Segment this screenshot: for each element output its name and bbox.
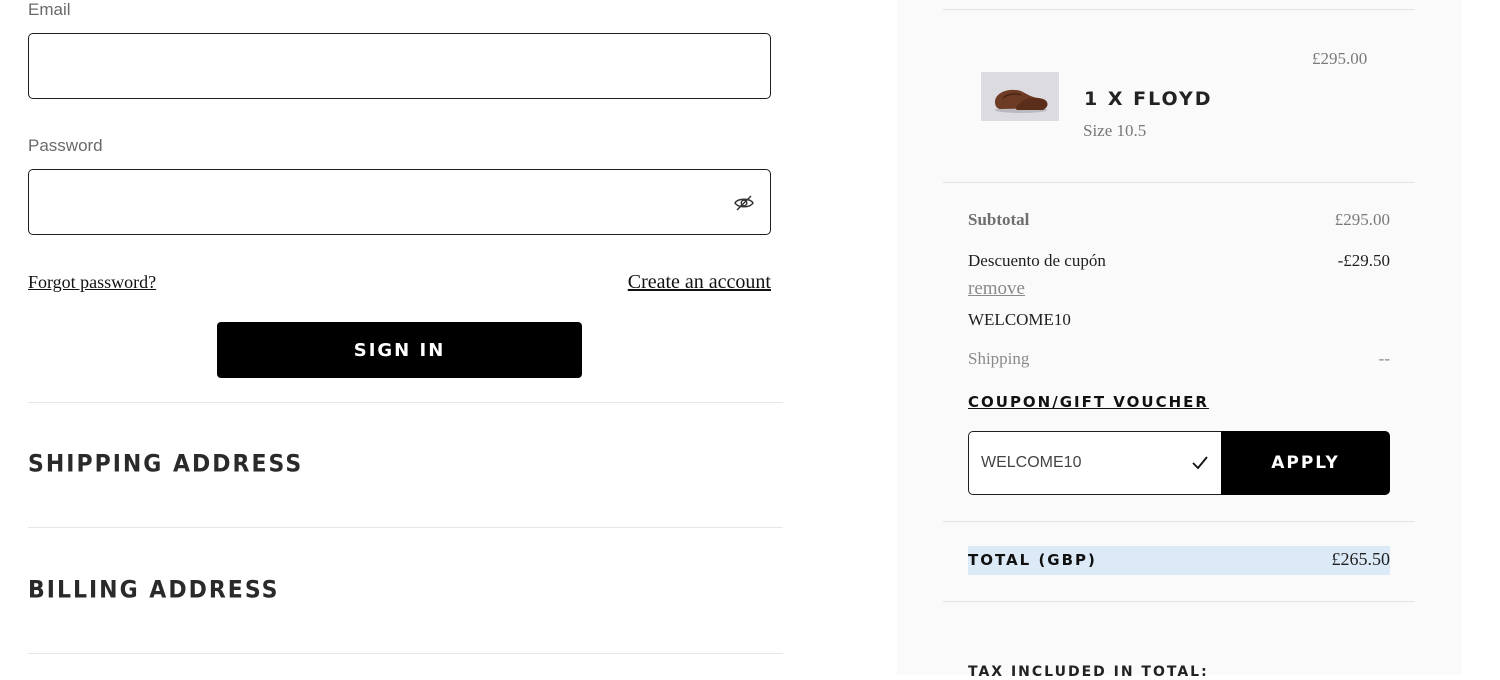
forgot-password-link[interactable]: Forgot password?: [28, 272, 156, 293]
create-account-link[interactable]: Create an account: [628, 271, 771, 294]
email-input[interactable]: [29, 34, 770, 98]
apply-coupon-button[interactable]: APPLY: [1221, 431, 1390, 495]
brown-loafer-shoe-icon: [995, 89, 1048, 113]
coupon-gift-voucher-toggle[interactable]: COUPON/GIFT VOUCHER: [968, 393, 1209, 411]
divider: [943, 521, 1415, 522]
product-image: [981, 72, 1059, 121]
email-field[interactable]: [28, 33, 771, 99]
billing-address-heading[interactable]: BILLING ADDRESS: [28, 577, 280, 604]
eye-slash-icon[interactable]: [734, 194, 754, 212]
total-value: £265.50: [1331, 549, 1391, 569]
item-title: 1 X FLOYD: [1084, 88, 1213, 110]
check-icon: [1191, 455, 1209, 476]
shipping-value: --: [1378, 349, 1390, 368]
password-label: Password: [28, 136, 103, 155]
applied-coupon-code: WELCOME10: [968, 310, 1071, 329]
email-label: Email: [28, 0, 71, 19]
coupon-discount-value: -£29.50: [1337, 251, 1390, 270]
sign-in-button[interactable]: SIGN IN: [217, 322, 582, 378]
divider: [943, 182, 1415, 183]
item-size: Size 10.5: [1083, 121, 1147, 140]
coupon-input[interactable]: [969, 432, 1203, 494]
password-input[interactable]: [29, 170, 770, 234]
item-price: £295.00: [1312, 49, 1368, 68]
subtotal-value: £295.00: [1334, 210, 1390, 229]
order-summary-panel: £295.00 1 X FLOYD Size 10.5 Subtotal £29…: [897, 0, 1462, 680]
divider: [943, 9, 1415, 10]
coupon-field[interactable]: [968, 431, 1221, 495]
subtotal-label: Subtotal: [968, 210, 1030, 229]
divider: [28, 527, 783, 528]
remove-coupon-link[interactable]: remove: [968, 278, 1025, 300]
shipping-label: Shipping: [968, 349, 1030, 368]
shipping-address-heading[interactable]: SHIPPING ADDRESS: [28, 451, 303, 478]
coupon-discount-label: Descuento de cupón: [968, 251, 1106, 270]
divider: [943, 601, 1415, 602]
tax-included-label: TAX INCLUDED IN TOTAL:: [968, 664, 1209, 680]
total-label: TOTAL (GBP): [968, 551, 1097, 569]
divider: [28, 653, 783, 654]
divider: [28, 402, 783, 403]
password-field[interactable]: [28, 169, 771, 235]
